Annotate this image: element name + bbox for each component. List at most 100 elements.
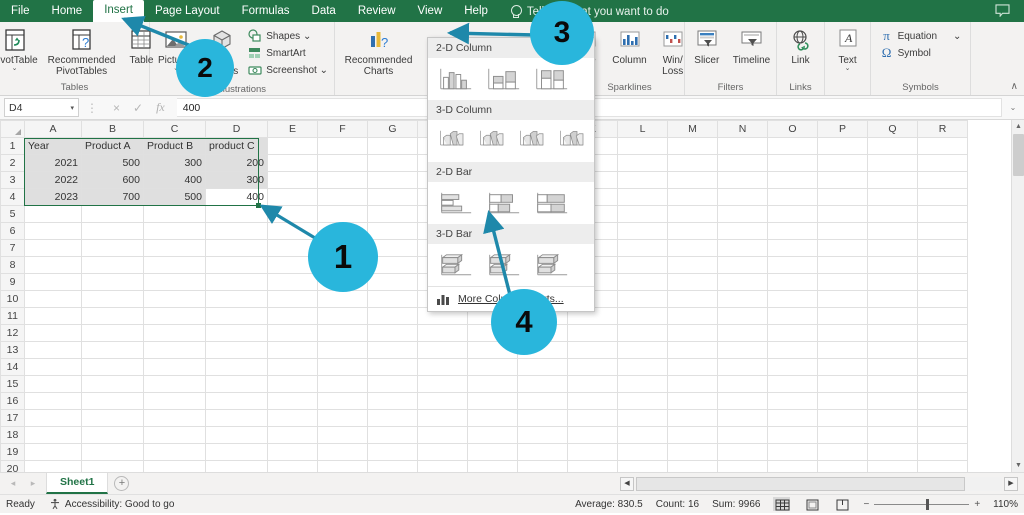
cell-Q6[interactable] — [867, 222, 918, 240]
cell-A10[interactable] — [24, 290, 82, 308]
cell-Q19[interactable] — [867, 443, 918, 461]
cell-H19[interactable] — [417, 443, 468, 461]
cell-R15[interactable] — [917, 375, 968, 393]
sheet-tab-sheet1[interactable]: Sheet1 — [46, 473, 109, 494]
cell-O9[interactable] — [767, 273, 818, 291]
accessibility-status[interactable]: Accessibility: Good to go — [49, 498, 174, 510]
cell-O3[interactable] — [767, 171, 818, 189]
cell-Q2[interactable] — [867, 154, 918, 172]
row-header-17[interactable]: 17 — [0, 409, 25, 427]
cell-L4[interactable] — [617, 188, 668, 206]
cell-B18[interactable] — [81, 426, 144, 444]
cell-N8[interactable] — [717, 256, 768, 274]
cell-M4[interactable] — [667, 188, 718, 206]
cell-N1[interactable] — [717, 137, 768, 155]
cell-F12[interactable] — [317, 324, 368, 342]
cell-N7[interactable] — [717, 239, 768, 257]
cell-L9[interactable] — [617, 273, 668, 291]
stacked-column-icon[interactable] — [483, 64, 523, 94]
cell-B15[interactable] — [81, 375, 144, 393]
cell-P14[interactable] — [817, 358, 868, 376]
cell-I15[interactable] — [467, 375, 518, 393]
cell-R12[interactable] — [917, 324, 968, 342]
cell-D2[interactable]: 200 — [205, 154, 268, 172]
cell-C14[interactable] — [143, 358, 206, 376]
cell-O17[interactable] — [767, 409, 818, 427]
cell-R1[interactable] — [917, 137, 968, 155]
cell-O19[interactable] — [767, 443, 818, 461]
column-header-P[interactable]: P — [817, 120, 868, 138]
cell-F2[interactable] — [317, 154, 368, 172]
row-header-13[interactable]: 13 — [0, 341, 25, 359]
cell-P16[interactable] — [817, 392, 868, 410]
row-header-7[interactable]: 7 — [0, 239, 25, 257]
cell-N9[interactable] — [717, 273, 768, 291]
shapes-button[interactable]: Shapes ⌄ — [248, 29, 328, 43]
cell-B19[interactable] — [81, 443, 144, 461]
cell-C20[interactable] — [143, 460, 206, 472]
cell-E18[interactable] — [267, 426, 318, 444]
cell-I14[interactable] — [467, 358, 518, 376]
cell-C4[interactable]: 500 — [143, 188, 206, 206]
row-header-5[interactable]: 5 — [0, 205, 25, 223]
cell-D7[interactable] — [205, 239, 268, 257]
row-header-18[interactable]: 18 — [0, 426, 25, 444]
cell-J17[interactable] — [517, 409, 568, 427]
cell-O4[interactable] — [767, 188, 818, 206]
clustered-column-icon[interactable] — [435, 64, 475, 94]
column-header-A[interactable]: A — [24, 120, 82, 138]
sheet-prev-icon[interactable]: ◂ — [6, 478, 20, 489]
cell-E12[interactable] — [267, 324, 318, 342]
cell-D20[interactable] — [205, 460, 268, 472]
cell-N10[interactable] — [717, 290, 768, 308]
cell-H16[interactable] — [417, 392, 468, 410]
cell-Q20[interactable] — [867, 460, 918, 472]
cell-H12[interactable] — [417, 324, 468, 342]
cell-P20[interactable] — [817, 460, 868, 472]
cell-R16[interactable] — [917, 392, 968, 410]
sheet-next-icon[interactable]: ▸ — [26, 478, 40, 489]
cell-O15[interactable] — [767, 375, 818, 393]
cell-O10[interactable] — [767, 290, 818, 308]
cell-D8[interactable] — [205, 256, 268, 274]
cell-E2[interactable] — [267, 154, 318, 172]
tab-help[interactable]: Help — [453, 1, 499, 22]
cell-B7[interactable] — [81, 239, 144, 257]
column-header-R[interactable]: R — [917, 120, 968, 138]
cell-R17[interactable] — [917, 409, 968, 427]
cell-M14[interactable] — [667, 358, 718, 376]
page-layout-icon[interactable] — [803, 497, 820, 511]
cell-F11[interactable] — [317, 307, 368, 325]
selection-fill-handle[interactable] — [256, 203, 261, 208]
cell-C12[interactable] — [143, 324, 206, 342]
row-header-6[interactable]: 6 — [0, 222, 25, 240]
cell-Q12[interactable] — [867, 324, 918, 342]
cell-M16[interactable] — [667, 392, 718, 410]
cell-M19[interactable] — [667, 443, 718, 461]
3d-column-icon[interactable] — [555, 126, 587, 156]
cell-E14[interactable] — [267, 358, 318, 376]
row-header-11[interactable]: 11 — [0, 307, 25, 325]
cell-B4[interactable]: 700 — [81, 188, 144, 206]
name-box[interactable]: D4 ▾ — [4, 98, 79, 117]
cell-F16[interactable] — [317, 392, 368, 410]
cell-I18[interactable] — [467, 426, 518, 444]
cell-M5[interactable] — [667, 205, 718, 223]
cell-A9[interactable] — [24, 273, 82, 291]
select-all-button[interactable] — [0, 120, 25, 138]
row-header-3[interactable]: 3 — [0, 171, 25, 189]
cell-P2[interactable] — [817, 154, 868, 172]
cell-R13[interactable] — [917, 341, 968, 359]
column-header-Q[interactable]: Q — [867, 120, 918, 138]
cell-M10[interactable] — [667, 290, 718, 308]
100-percent-stacked-column-icon[interactable] — [531, 64, 571, 94]
cell-E13[interactable] — [267, 341, 318, 359]
cell-M15[interactable] — [667, 375, 718, 393]
cell-Q1[interactable] — [867, 137, 918, 155]
cell-P9[interactable] — [817, 273, 868, 291]
cell-P10[interactable] — [817, 290, 868, 308]
cell-C11[interactable] — [143, 307, 206, 325]
cell-G1[interactable] — [367, 137, 418, 155]
3d-stacked-bar-icon[interactable] — [483, 250, 523, 280]
hscroll-left-icon[interactable]: ◀ — [620, 476, 634, 491]
